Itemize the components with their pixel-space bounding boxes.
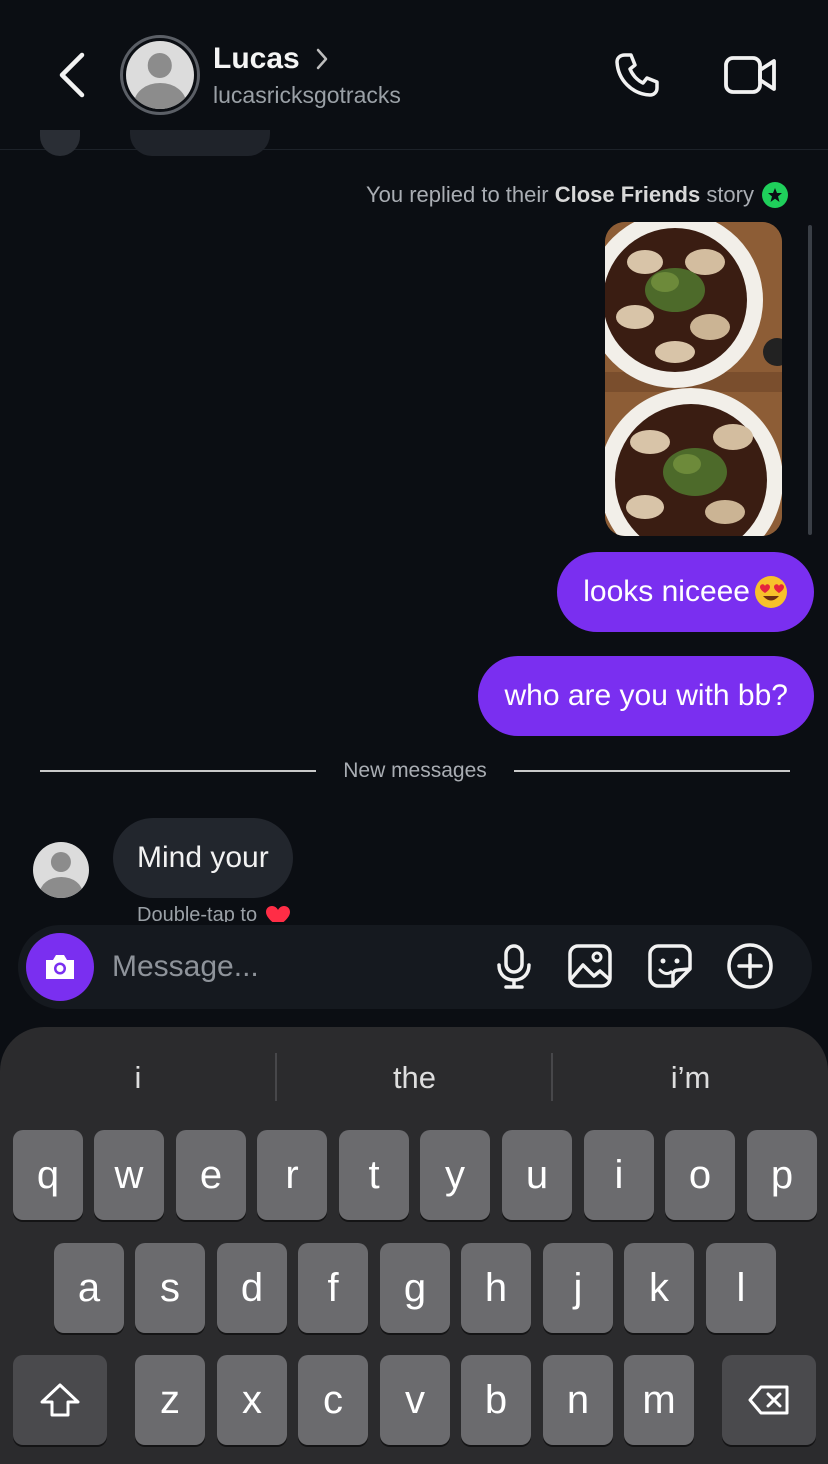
chevron-right-icon[interactable] (313, 46, 331, 72)
scroll-indicator[interactable] (808, 225, 812, 535)
back-chevron-icon[interactable] (52, 50, 92, 100)
outgoing-message-bubble[interactable]: who are you with bb? (478, 656, 814, 736)
message-text: Mind your (137, 841, 269, 874)
divider-line (40, 770, 316, 772)
default-avatar-icon (126, 41, 194, 109)
story-thumbnail-image[interactable] (605, 222, 782, 536)
key-m[interactable]: m (624, 1355, 694, 1445)
divider-line (514, 770, 790, 772)
gallery-icon[interactable] (564, 940, 616, 992)
previous-message-bubble (130, 130, 270, 156)
video-call-icon[interactable] (722, 52, 778, 98)
message-input[interactable] (112, 945, 472, 989)
contact-handle[interactable]: lucasricksgotracks (213, 82, 401, 109)
double-tap-hint: Double-tap to (137, 904, 291, 922)
story-reply-note: You replied to their Close Friends story (366, 182, 788, 208)
key-w[interactable]: w (94, 1130, 164, 1220)
suggestion-1[interactable]: i (0, 1055, 276, 1101)
key-v[interactable]: v (380, 1355, 450, 1445)
key-a[interactable]: a (54, 1243, 124, 1333)
key-u[interactable]: u (502, 1130, 572, 1220)
key-j[interactable]: j (543, 1243, 613, 1333)
key-n[interactable]: n (543, 1355, 613, 1445)
camera-button[interactable] (26, 933, 94, 1001)
key-f[interactable]: f (298, 1243, 368, 1333)
double-tap-hint-text: Double-tap to (137, 904, 258, 922)
key-e[interactable]: e (176, 1130, 246, 1220)
key-b[interactable]: b (461, 1355, 531, 1445)
key-l[interactable]: l (706, 1243, 776, 1333)
close-friends-label: Close Friends (554, 182, 701, 207)
shift-key[interactable] (13, 1355, 107, 1445)
message-text: who are you with bb? (504, 679, 788, 712)
suggestion-3[interactable]: i’m (553, 1055, 828, 1101)
key-y[interactable]: y (420, 1130, 490, 1220)
contact-name[interactable]: Lucas (213, 42, 300, 76)
key-h[interactable]: h (461, 1243, 531, 1333)
incoming-message-bubble[interactable]: Mind your (113, 818, 293, 898)
key-x[interactable]: x (217, 1355, 287, 1445)
story-reply-prefix: You replied to their (365, 182, 555, 207)
backspace-icon (748, 1385, 789, 1415)
key-s[interactable]: s (135, 1243, 205, 1333)
outgoing-message-bubble[interactable]: looks niceee (557, 552, 814, 632)
plus-circle-icon[interactable] (724, 940, 776, 992)
chat-header: Lucas lucasricksgotracks (0, 0, 828, 150)
key-d[interactable]: d (217, 1243, 287, 1333)
key-g[interactable]: g (380, 1243, 450, 1333)
key-k[interactable]: k (624, 1243, 694, 1333)
camera-icon (46, 955, 74, 979)
sender-avatar-icon[interactable] (33, 842, 89, 898)
microphone-icon[interactable] (488, 940, 540, 992)
key-q[interactable]: q (13, 1130, 83, 1220)
story-reply-suffix: story (700, 182, 754, 207)
key-c[interactable]: c (298, 1355, 368, 1445)
key-o[interactable]: o (665, 1130, 735, 1220)
contact-avatar[interactable] (120, 35, 200, 115)
phone-call-icon[interactable] (612, 50, 662, 100)
key-p[interactable]: p (747, 1130, 817, 1220)
delete-key[interactable] (722, 1355, 816, 1445)
key-r[interactable]: r (257, 1130, 327, 1220)
key-t[interactable]: t (339, 1130, 409, 1220)
new-messages-label: New messages (343, 759, 487, 782)
sticker-icon[interactable] (644, 940, 696, 992)
message-text: looks niceee (583, 575, 750, 608)
key-i[interactable]: i (584, 1130, 654, 1220)
key-z[interactable]: z (135, 1355, 205, 1445)
suggestion-2[interactable]: the (277, 1055, 552, 1101)
heart-icon (266, 906, 291, 922)
heart-eyes-emoji-icon (755, 576, 787, 608)
previous-message-avatar (40, 130, 80, 156)
close-friends-star-icon (762, 182, 788, 208)
shift-arrow-icon (40, 1383, 80, 1417)
